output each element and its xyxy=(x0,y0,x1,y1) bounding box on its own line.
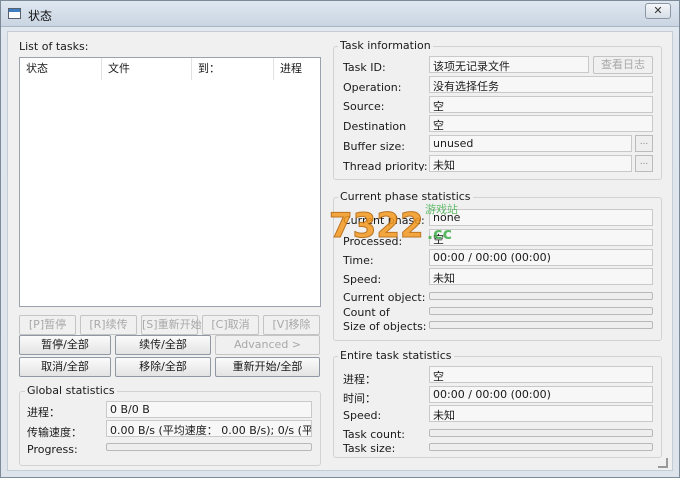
task-count-bar xyxy=(429,429,653,437)
global-statistics-title: Global statistics xyxy=(25,384,117,397)
thread-priority-label: Thread priority: xyxy=(343,160,428,171)
buffer-size-label: Buffer size: xyxy=(343,140,405,153)
view-log-button[interactable]: 查看日志 xyxy=(593,56,653,74)
resize-grip[interactable] xyxy=(658,458,668,468)
pause-all-button[interactable]: 暂停/全部 xyxy=(19,335,111,355)
transfer-speed-value: 0.00 B/s (平均速度： 0.00 B/s); 0/s (平均 xyxy=(106,420,312,437)
task-progress-label: 进程： xyxy=(343,373,376,386)
remove-all-button[interactable]: 移除/全部 xyxy=(115,357,211,377)
entire-task-title: Entire task statistics xyxy=(338,349,454,362)
global-progress-value: 0 B/0 B xyxy=(106,401,312,418)
task-information-title: Task information xyxy=(338,39,433,52)
count-of-bar xyxy=(429,307,653,315)
column-header-file[interactable]: 文件 xyxy=(102,58,192,80)
current-object-label: Current object: xyxy=(343,291,426,304)
global-progress-bar xyxy=(106,443,312,451)
status-window: 状态 ✕ List of tasks: 状态 文件 到： 进程 [P]暂停 [R… xyxy=(0,0,680,478)
buffer-size-value: unused xyxy=(429,135,632,152)
task-id-label: Task ID: xyxy=(343,61,386,74)
column-header-status[interactable]: 状态 xyxy=(20,58,102,80)
phase-time-label: Time: xyxy=(343,254,374,267)
task-progress-value: 空 xyxy=(429,366,653,383)
buffer-size-button[interactable]: ... xyxy=(635,135,653,152)
size-of-objects-bar xyxy=(429,321,653,329)
watermark-logo: 7322 .cc 游戏站 xyxy=(329,202,459,247)
task-id-value: 该项无记录文件 xyxy=(429,56,589,73)
title-bar[interactable]: 状态 ✕ xyxy=(1,1,679,27)
resume-button[interactable]: [R]续传 xyxy=(80,315,137,335)
thread-priority-value: 未知 xyxy=(429,155,632,172)
phase-speed-label: Speed: xyxy=(343,273,382,286)
global-progress-bar-label: Progress: xyxy=(27,443,78,456)
task-time-value: 00:00 / 00:00 (00:00) xyxy=(429,386,653,403)
operation-label: Operation: xyxy=(343,81,402,94)
restart-button[interactable]: [S]重新开始 xyxy=(141,315,202,335)
task-time-label: 时间： xyxy=(343,392,376,405)
remove-button[interactable]: [V]移除 xyxy=(263,315,320,335)
phase-speed-value: 未知 xyxy=(429,268,653,285)
source-label: Source: xyxy=(343,100,385,113)
current-object-bar xyxy=(429,292,653,300)
window-icon xyxy=(8,8,21,19)
advanced-button[interactable]: Advanced > xyxy=(215,335,320,355)
task-size-bar xyxy=(429,443,653,451)
task-count-label: Task count: xyxy=(343,428,405,441)
column-header-destination[interactable]: 到： xyxy=(192,58,274,80)
task-speed-label: Speed: xyxy=(343,409,382,422)
watermark-domain: .cc xyxy=(427,224,452,243)
source-value: 空 xyxy=(429,96,653,113)
size-of-objects-label: Size of objects: xyxy=(343,320,427,333)
global-progress-label: 进程： xyxy=(27,406,60,419)
watermark-digits: 7322 xyxy=(329,206,424,246)
task-list-heading: List of tasks: xyxy=(19,40,89,53)
thread-priority-button[interactable]: ... xyxy=(635,155,653,172)
task-speed-value: 未知 xyxy=(429,405,653,422)
task-list[interactable]: 状态 文件 到： 进程 xyxy=(19,57,321,307)
cancel-all-button[interactable]: 取消/全部 xyxy=(19,357,111,377)
destination-label: Destination xyxy=(343,120,407,133)
column-header-progress[interactable]: 进程 xyxy=(274,58,320,80)
window-title: 状态 xyxy=(28,9,53,23)
destination-value: 空 xyxy=(429,115,653,132)
restart-all-button[interactable]: 重新开始/全部 xyxy=(215,357,320,377)
task-size-label: Task size: xyxy=(343,442,396,455)
operation-value: 没有选择任务 xyxy=(429,76,653,93)
close-button[interactable]: ✕ xyxy=(645,3,671,19)
resume-all-button[interactable]: 续传/全部 xyxy=(115,335,211,355)
watermark-tagline: 游戏站 xyxy=(425,202,458,216)
pause-button[interactable]: [P]暂停 xyxy=(19,315,76,335)
cancel-button[interactable]: [C]取消 xyxy=(202,315,259,335)
transfer-speed-label: 传输速度： xyxy=(27,426,82,439)
count-of-label: Count of xyxy=(343,306,390,319)
